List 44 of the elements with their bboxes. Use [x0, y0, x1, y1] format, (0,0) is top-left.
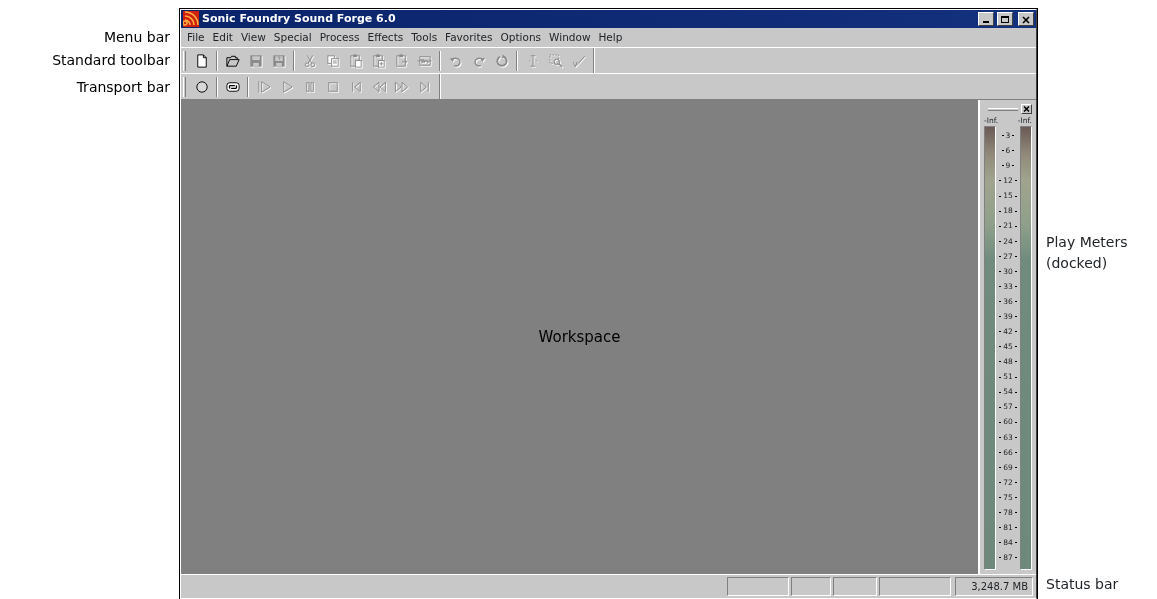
clipboard-icon	[347, 52, 364, 69]
status-panel	[879, 577, 951, 596]
repeat-icon	[493, 52, 510, 69]
menu-item[interactable]: Process	[315, 29, 364, 46]
menu-item[interactable]: Help	[594, 29, 627, 46]
annotation-label: (docked)	[1046, 254, 1109, 273]
minimize-button[interactable]	[978, 12, 994, 26]
status-panel	[833, 577, 877, 596]
annotation-label: Standard toolbar	[51, 51, 170, 70]
close-icon	[1023, 106, 1030, 112]
annotation-label: Transport bar	[75, 77, 170, 97]
close-icon	[1021, 14, 1031, 24]
menu-item[interactable]: Options	[496, 29, 546, 46]
workspace-label: Workspace	[538, 326, 621, 348]
status-panel	[791, 577, 831, 596]
menu-item[interactable]: Effects	[363, 29, 408, 46]
annotation-label: Status bar	[1046, 575, 1120, 594]
magnifier-icon	[547, 52, 564, 69]
close-button[interactable]	[1018, 12, 1034, 26]
app-logo-icon	[183, 11, 199, 27]
play-icon	[255, 78, 272, 95]
minimize-icon	[983, 21, 989, 23]
menu-item[interactable]: View	[236, 29, 270, 46]
annotation-label: Menu bar	[102, 27, 170, 47]
status-panel	[727, 577, 789, 596]
record-icon	[193, 78, 210, 95]
menu-item[interactable]: Favorites	[441, 29, 497, 46]
clipboard-icon	[393, 52, 410, 69]
window-title: Sonic Foundry Sound Forge 6.0	[202, 10, 397, 27]
menu-item[interactable]: Special	[269, 29, 316, 46]
maximize-icon	[1000, 14, 1010, 24]
menu-item[interactable]: Edit	[208, 29, 237, 46]
maximize-button[interactable]	[997, 12, 1013, 26]
close-button[interactable]	[1021, 104, 1032, 114]
memory-status: 3,248.7 MB	[955, 577, 1033, 596]
menu-item[interactable]: Tools	[407, 29, 442, 46]
floppy-disk-icon	[270, 52, 287, 69]
clipboard-icon	[370, 52, 387, 69]
menu-item[interactable]: Window	[545, 29, 595, 46]
copy-icon	[324, 52, 341, 69]
annotation-label: Play Meters	[1046, 233, 1128, 252]
menu-item[interactable]: File	[183, 29, 209, 46]
floppy-disk-icon	[247, 52, 264, 69]
grip-bar[interactable]	[988, 107, 1018, 111]
